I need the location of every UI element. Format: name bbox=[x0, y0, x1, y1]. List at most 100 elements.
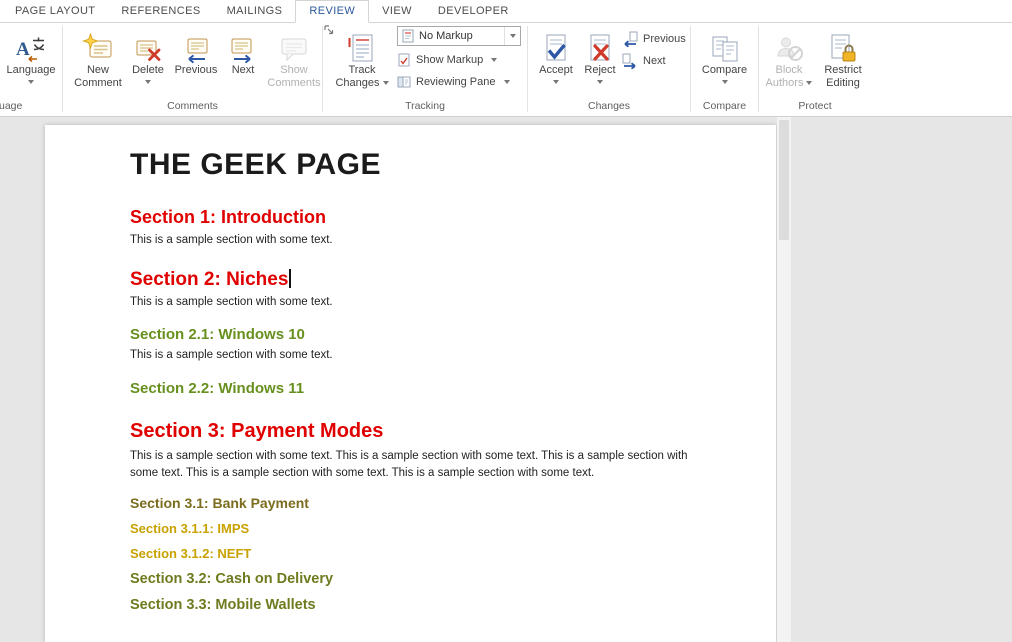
compare-label: Compare bbox=[702, 64, 747, 76]
previous-comment-icon bbox=[182, 25, 210, 64]
heading-section-2-1: Section 2.1: Windows 10 bbox=[130, 325, 690, 344]
heading-section-3-1-1: Section 3.1.1: IMPS bbox=[130, 520, 690, 537]
dropdown-caret bbox=[145, 80, 151, 84]
tracking-group-label: Tracking bbox=[323, 100, 527, 112]
document-title: THE GEEK PAGE bbox=[130, 148, 690, 182]
scrollbar-thumb[interactable] bbox=[779, 120, 789, 240]
ribbon-group-changes: Accept Reject bbox=[528, 23, 690, 116]
display-for-review-dropdown-button[interactable] bbox=[504, 27, 520, 45]
new-comment-icon bbox=[82, 25, 114, 64]
document-page[interactable]: THE GEEK PAGE Section 1: Introduction Th… bbox=[45, 125, 776, 642]
dropdown-caret bbox=[553, 80, 559, 84]
previous-change-label: Previous bbox=[643, 33, 686, 45]
word-window: PAGE LAYOUT REFERENCES MAILINGS REVIEW V… bbox=[0, 0, 1012, 642]
heading-section-3-1: Section 3.1: Bank Payment bbox=[130, 494, 690, 512]
reject-icon bbox=[585, 25, 615, 64]
block-authors-button: Block Authors bbox=[763, 25, 815, 98]
delete-label: Delete bbox=[132, 64, 164, 76]
tab-mailings[interactable]: MAILINGS bbox=[214, 0, 296, 22]
next-label: Next bbox=[232, 64, 255, 76]
show-markup-button[interactable]: Show Markup bbox=[397, 50, 497, 69]
body-text: This is a sample section with some text. bbox=[130, 294, 690, 310]
next-change-icon bbox=[622, 53, 638, 69]
tab-review[interactable]: REVIEW bbox=[295, 0, 369, 23]
comments-group-label: Comments bbox=[63, 100, 322, 112]
compare-icon bbox=[709, 25, 741, 64]
show-comments-label-2: Comments bbox=[267, 77, 320, 89]
restrict-editing-label: Restrict bbox=[824, 64, 861, 76]
dropdown-caret bbox=[722, 80, 728, 84]
track-changes-button[interactable]: Track Changes bbox=[333, 25, 391, 98]
display-for-review-combobox[interactable]: No Markup bbox=[397, 26, 521, 46]
document-content: THE GEEK PAGE Section 1: Introduction Th… bbox=[45, 125, 690, 614]
reviewing-pane-icon bbox=[397, 75, 411, 89]
dropdown-caret bbox=[383, 81, 389, 85]
next-comment-button[interactable]: Next bbox=[223, 25, 263, 98]
heading-section-3-3: Section 3.3: Mobile Wallets bbox=[130, 596, 690, 614]
dropdown-caret bbox=[806, 81, 812, 85]
compare-button[interactable]: Compare bbox=[697, 25, 752, 98]
tab-view[interactable]: VIEW bbox=[369, 0, 425, 22]
accept-icon bbox=[541, 25, 571, 64]
display-for-review-value: No Markup bbox=[415, 30, 504, 42]
compare-group-label: Compare bbox=[691, 100, 758, 112]
previous-label: Previous bbox=[175, 64, 218, 76]
chevron-down-icon bbox=[510, 34, 516, 38]
document-area: THE GEEK PAGE Section 1: Introduction Th… bbox=[0, 117, 1012, 642]
show-comments-label: Show bbox=[280, 64, 308, 76]
ribbon: A Language Language bbox=[0, 23, 1012, 117]
reviewing-pane-label: Reviewing Pane bbox=[416, 76, 496, 88]
delete-comment-icon bbox=[134, 25, 162, 64]
next-change-button[interactable]: Next bbox=[622, 51, 666, 70]
reject-button[interactable]: Reject bbox=[580, 25, 620, 98]
protect-group-label: Protect bbox=[759, 100, 871, 112]
language-icon: A bbox=[16, 25, 46, 64]
delete-comment-button[interactable]: Delete bbox=[127, 25, 169, 98]
track-changes-icon bbox=[347, 25, 377, 64]
restrict-editing-button[interactable]: Restrict Editing bbox=[817, 25, 869, 98]
ribbon-group-language: A Language Language bbox=[0, 23, 62, 116]
block-authors-icon bbox=[774, 25, 804, 64]
ribbon-group-tracking: Track Changes No Markup bbox=[323, 23, 527, 116]
ribbon-group-protect: Block Authors Restrict Editing Protect bbox=[759, 23, 871, 116]
vertical-scrollbar[interactable] bbox=[777, 117, 791, 642]
ribbon-tab-bar: PAGE LAYOUT REFERENCES MAILINGS REVIEW V… bbox=[0, 0, 1012, 23]
heading-section-2-2: Section 2.2: Windows 11 bbox=[130, 379, 690, 398]
dropdown-caret bbox=[504, 80, 510, 84]
dropdown-caret bbox=[597, 80, 603, 84]
block-authors-label: Block bbox=[776, 64, 803, 76]
block-authors-label-2: Authors bbox=[766, 77, 804, 89]
previous-change-button[interactable]: Previous bbox=[622, 29, 686, 48]
heading-section-3-1-2: Section 3.1.2: NEFT bbox=[130, 545, 690, 562]
track-changes-label: Track bbox=[348, 64, 375, 76]
new-comment-button[interactable]: New Comment bbox=[71, 25, 125, 98]
previous-change-icon bbox=[622, 31, 638, 47]
reviewing-pane-button[interactable]: Reviewing Pane bbox=[397, 72, 510, 91]
previous-comment-button[interactable]: Previous bbox=[171, 25, 221, 98]
language-group-label: Language bbox=[0, 100, 34, 112]
next-change-label: Next bbox=[643, 55, 666, 67]
dropdown-caret bbox=[28, 80, 34, 84]
track-changes-label-2: Changes bbox=[335, 77, 379, 89]
restrict-editing-icon bbox=[828, 25, 858, 64]
show-markup-icon bbox=[397, 53, 411, 67]
svg-text:A: A bbox=[16, 39, 30, 60]
body-paragraph: This is a sample section with some text.… bbox=[130, 448, 690, 482]
next-comment-icon bbox=[229, 25, 257, 64]
display-for-review-icon bbox=[401, 29, 415, 43]
show-comments-icon bbox=[279, 25, 309, 64]
accept-label: Accept bbox=[539, 64, 573, 76]
dropdown-caret bbox=[491, 58, 497, 62]
text-cursor bbox=[289, 269, 291, 288]
accept-button[interactable]: Accept bbox=[534, 25, 578, 98]
reject-label: Reject bbox=[584, 64, 615, 76]
tab-references[interactable]: REFERENCES bbox=[108, 0, 213, 22]
new-comment-label-2: Comment bbox=[74, 77, 122, 89]
restrict-editing-label-2: Editing bbox=[826, 77, 860, 89]
tab-developer[interactable]: DEVELOPER bbox=[425, 0, 522, 22]
new-comment-label: New bbox=[87, 64, 109, 76]
tab-page-layout[interactable]: PAGE LAYOUT bbox=[2, 0, 108, 22]
heading-section-3: Section 3: Payment Modes bbox=[130, 419, 690, 443]
language-button[interactable]: A Language bbox=[4, 25, 58, 98]
show-markup-label: Show Markup bbox=[416, 54, 483, 66]
